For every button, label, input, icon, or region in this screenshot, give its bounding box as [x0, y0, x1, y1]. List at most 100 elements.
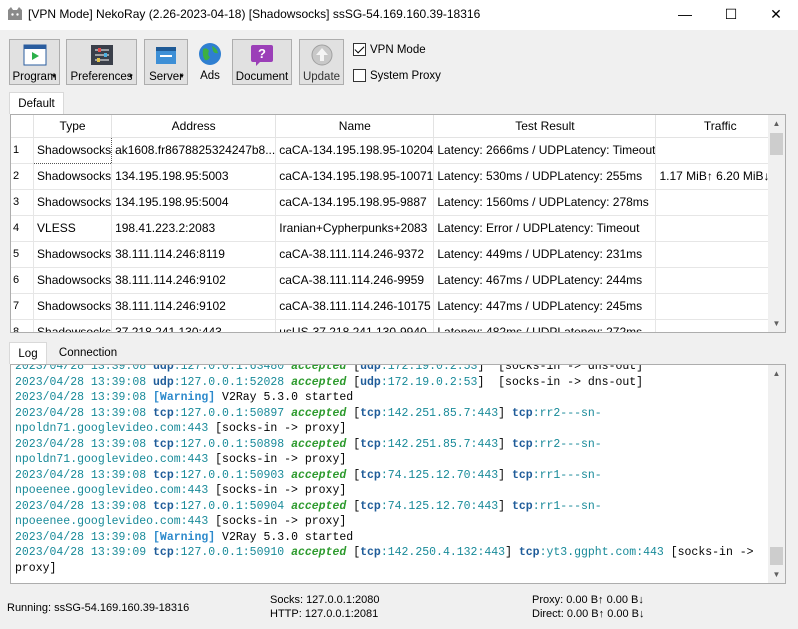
- scroll-up-icon[interactable]: ▲: [768, 115, 785, 132]
- cell-traffic: [655, 267, 785, 294]
- log-segment: accepted: [291, 437, 347, 451]
- row-number: 2: [11, 163, 35, 190]
- tab-log[interactable]: Log: [9, 342, 47, 364]
- preferences-icon: [89, 43, 115, 67]
- log-segment: accepted: [291, 406, 347, 420]
- title-bar: [VPN Mode] NekoRay (2.26-2023-04-18) [Sh…: [0, 0, 798, 30]
- row-number: 1: [11, 137, 35, 164]
- scrollbar-thumb[interactable]: [770, 547, 783, 565]
- document-button[interactable]: ? Document: [232, 39, 292, 85]
- cell-address: 134.195.198.95:5003: [111, 163, 277, 190]
- log-segment: [Warning]: [153, 391, 216, 404]
- column-header-type[interactable]: Type: [33, 115, 113, 138]
- log-segment: ]: [498, 437, 512, 451]
- scroll-up-icon[interactable]: ▲: [768, 365, 785, 382]
- column-header-address[interactable]: Address: [111, 115, 277, 138]
- column-header-traffic[interactable]: Traffic: [655, 115, 785, 138]
- log-line: 2023/04/28 13:39:08 udp:127.0.0.1:52028 …: [15, 375, 765, 391]
- minimize-button[interactable]: —: [662, 0, 708, 28]
- log-segment: [: [346, 406, 361, 420]
- server-list: Type Address Name Test Result Traffic 1S…: [11, 115, 785, 332]
- column-header-test-result[interactable]: Test Result: [433, 115, 657, 138]
- log-segment: tcp: [360, 499, 381, 513]
- cell-test-result: Latency: 467ms / UDPLatency: 244ms: [433, 267, 657, 294]
- log-segment: :172.19.0.2:53: [380, 364, 478, 373]
- log-segment: tcp: [153, 406, 174, 420]
- log-vertical-scrollbar[interactable]: ▲ ▼: [768, 365, 785, 583]
- cell-traffic: [655, 215, 785, 242]
- cell-name: usUS-37.218.241.130-9940: [275, 319, 435, 332]
- cell-name: caCA-134.195.198.95-10071: [275, 163, 435, 190]
- log-panel[interactable]: 2023/04/28 13:39:08 udp:127.0.0.1:63480 …: [10, 364, 786, 584]
- tab-connection[interactable]: Connection: [52, 342, 124, 364]
- log-segment: 2023/04/28 13:39:08: [15, 364, 154, 373]
- table-row[interactable]: 1 Shadowsocks ak1608.fr8678825324247b8... c…: [11, 136, 785, 164]
- chevron-down-icon: ▼: [179, 74, 185, 80]
- tab-default[interactable]: Default: [9, 92, 64, 114]
- cell-type: Shadowsocks: [33, 293, 113, 320]
- log-segment: :74.125.12.70:443: [380, 468, 499, 482]
- system-proxy-checkbox[interactable]: System Proxy: [353, 69, 441, 82]
- log-text[interactable]: 2023/04/28 13:39:08 udp:127.0.0.1:63480 …: [15, 364, 765, 576]
- table-row[interactable]: 8 Shadowsocks 37.218.241.130:443 usUS-37.21…: [11, 319, 785, 332]
- log-segment: :142.250.4.132:443: [380, 546, 506, 559]
- log-line: 2023/04/28 13:39:08 tcp:127.0.0.1:50897 …: [15, 406, 765, 422]
- row-number: 6: [11, 267, 35, 294]
- scrollbar-thumb[interactable]: [770, 133, 783, 155]
- table-row[interactable]: 7 Shadowsocks 38.111.114.246:9102 caCA-38.1…: [11, 293, 785, 320]
- log-segment: tcp: [360, 406, 381, 420]
- status-proxy-traffic: Proxy: 0.00 B↑ 0.00 B↓: [532, 594, 644, 606]
- log-segment: [socks-in ->: [663, 546, 754, 559]
- log-segment: :142.251.85.7:443: [380, 437, 499, 451]
- log-segment: :rr1---sn-: [532, 468, 602, 482]
- table-row[interactable]: 4 VLESS 198.41.223.2:2083 Iranian+Cypherpun…: [11, 215, 785, 242]
- vpn-mode-checkbox[interactable]: VPN Mode: [353, 43, 426, 56]
- update-button[interactable]: Update: [299, 39, 344, 85]
- table-vertical-scrollbar[interactable]: ▲ ▼: [768, 115, 785, 332]
- cell-address: 38.111.114.246:9102: [111, 267, 277, 294]
- log-segment: :127.0.0.1:50910: [173, 546, 292, 559]
- server-button[interactable]: Server ▼: [144, 39, 188, 85]
- log-segment: 2023/04/28 13:39:08: [15, 406, 154, 420]
- log-segment: :172.19.0.2:53: [380, 375, 478, 389]
- log-segment: tcp: [518, 546, 540, 559]
- log-segment: ] [socks-in -> dns-out]: [477, 364, 644, 373]
- checkbox-checked-icon[interactable]: [353, 43, 366, 56]
- cell-traffic: [655, 293, 785, 320]
- maximize-button[interactable]: ☐: [708, 0, 754, 28]
- log-segment: [socks-in -> proxy]: [208, 422, 347, 435]
- checkbox-unchecked-icon[interactable]: [353, 69, 366, 82]
- table-row[interactable]: 2 Shadowsocks 134.195.198.95:5003 caCA-134.…: [11, 163, 785, 190]
- server-icon: [153, 43, 179, 67]
- log-segment: V2Ray 5.3.0 started: [215, 530, 354, 544]
- log-segment: 2023/04/28 13:39:08: [15, 375, 154, 389]
- chevron-down-icon: ▼: [51, 74, 57, 80]
- ads-button[interactable]: Ads: [195, 39, 225, 85]
- column-header-name[interactable]: Name: [275, 115, 435, 138]
- cell-type: Shadowsocks: [33, 189, 113, 216]
- log-segment: tcp: [360, 468, 381, 482]
- status-http: HTTP: 127.0.0.1:2081: [270, 608, 379, 620]
- table-row[interactable]: 5 Shadowsocks 38.111.114.246:8119 caCA-38.1…: [11, 241, 785, 268]
- cell-name: caCA-38.111.114.246-9372: [275, 241, 435, 268]
- program-button[interactable]: Program ▼: [9, 39, 60, 85]
- table-row[interactable]: 6 Shadowsocks 38.111.114.246:9102 caCA-38.1…: [11, 267, 785, 294]
- log-segment: [: [346, 375, 361, 389]
- scroll-down-icon[interactable]: ▼: [768, 566, 785, 583]
- scroll-down-icon[interactable]: ▼: [768, 315, 785, 332]
- close-button[interactable]: ✕: [753, 0, 798, 28]
- log-segment: tcp: [511, 499, 533, 513]
- log-segment: [socks-in -> proxy]: [208, 453, 347, 466]
- log-line: 2023/04/28 13:39:08 tcp:127.0.0.1:50898 …: [15, 437, 765, 453]
- row-number-header: [11, 115, 35, 138]
- log-segment: tcp: [153, 546, 174, 559]
- table-row[interactable]: 3 Shadowsocks 134.195.198.95:5004 caCA-134.…: [11, 189, 785, 216]
- cell-traffic: [655, 189, 785, 216]
- log-segment: accepted: [291, 546, 347, 559]
- preferences-button[interactable]: Preferences ▼: [66, 39, 137, 85]
- cell-test-result: Latency: 2666ms / UDPLatency: Timeout: [433, 137, 657, 164]
- cell-type: Shadowsocks: [33, 163, 113, 190]
- log-segment: :rr2---sn-: [532, 406, 602, 420]
- svg-text:?: ?: [258, 46, 266, 61]
- cell-address: 134.195.198.95:5004: [111, 189, 277, 216]
